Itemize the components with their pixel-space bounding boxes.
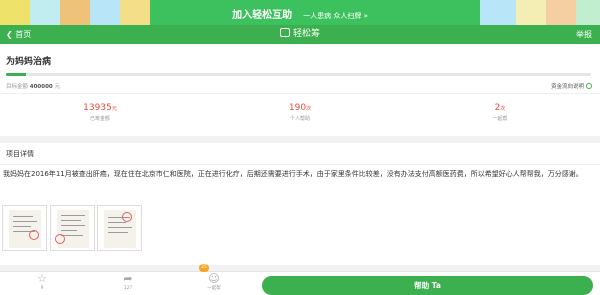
- project-card: 为妈妈治病 目标金额 400000 元 资金流向说明 13935元 已筹金额 1…: [0, 44, 600, 136]
- divider: [0, 93, 600, 94]
- stat-raised: 13935元 已筹金额: [0, 103, 200, 122]
- stat-value: 13935: [83, 103, 112, 113]
- help-button[interactable]: 帮助 Ta: [262, 276, 593, 295]
- brand-logo-icon: [279, 28, 290, 37]
- brand-name: 轻松筹: [292, 29, 320, 39]
- photo-thumbnail[interactable]: [2, 205, 47, 251]
- together-label: 一起帮: [207, 286, 221, 291]
- fund-flow-link[interactable]: 资金流向说明: [551, 82, 592, 90]
- stat-unit: 次: [500, 106, 506, 112]
- details-body: 我妈妈在2016年11月被查出肝癌，现在住在北京市仁和医院，正在进行化疗，后期还…: [0, 165, 600, 265]
- share-count: 127: [123, 286, 133, 291]
- info-icon: [586, 83, 592, 89]
- stat-label: 已筹金额: [89, 116, 110, 122]
- stat-label: 一起帮: [492, 116, 508, 122]
- help-together-button[interactable]: ☺ 一起帮: [194, 272, 234, 293]
- share-icon: ➦: [123, 272, 133, 285]
- target-label: 目标金额: [6, 84, 29, 90]
- share-button[interactable]: ➦ 127: [108, 272, 148, 293]
- stat-unit: 元: [111, 106, 117, 112]
- progress-fill: [6, 73, 27, 76]
- stat-helpers: 190次 个人帮助: [200, 103, 400, 122]
- details-header: 项目详情: [0, 143, 600, 165]
- stat-unit: 次: [306, 106, 312, 112]
- target-amount: 目标金额 400000 元: [6, 82, 60, 90]
- nav-bar: ❮ 首页 轻松筹 举报: [0, 25, 600, 44]
- story-text: 我妈妈在2016年11月被查出肝癌，现在住在北京市仁和医院，正在进行化疗，后期还…: [3, 170, 583, 178]
- banner-title: 加入轻松互助: [232, 10, 293, 21]
- photo-thumbnail[interactable]: [50, 205, 95, 251]
- like-count: 9: [40, 286, 44, 291]
- star-icon: ☆: [37, 272, 47, 285]
- stat-together: 2次 一起帮: [400, 103, 600, 122]
- user-icon: ☺: [208, 272, 220, 285]
- banner-subtitle: 一人患病 众人扫牌 »: [303, 12, 368, 20]
- together-badge: 25: [199, 264, 209, 272]
- promo-banner[interactable]: 加入轻松互助 一人患病 众人扫牌 »: [0, 0, 600, 25]
- project-title: 为妈妈治病: [6, 57, 52, 67]
- fundraising-progress-bar: [6, 73, 591, 76]
- banner-text: 加入轻松互助 一人患病 众人扫牌 »: [0, 0, 600, 25]
- details-heading: 项目详情: [6, 150, 34, 158]
- target-value: 400000: [29, 84, 53, 90]
- like-button[interactable]: ☆ 9: [22, 272, 62, 293]
- fund-flow-label: 资金流向说明: [550, 84, 584, 90]
- photo-thumbnail[interactable]: [97, 205, 142, 251]
- stat-value: 190: [288, 103, 307, 113]
- stat-label: 个人帮助: [289, 116, 310, 122]
- report-button[interactable]: 举报: [576, 25, 592, 44]
- target-unit: 元: [54, 84, 60, 90]
- brand: 轻松筹: [0, 25, 600, 44]
